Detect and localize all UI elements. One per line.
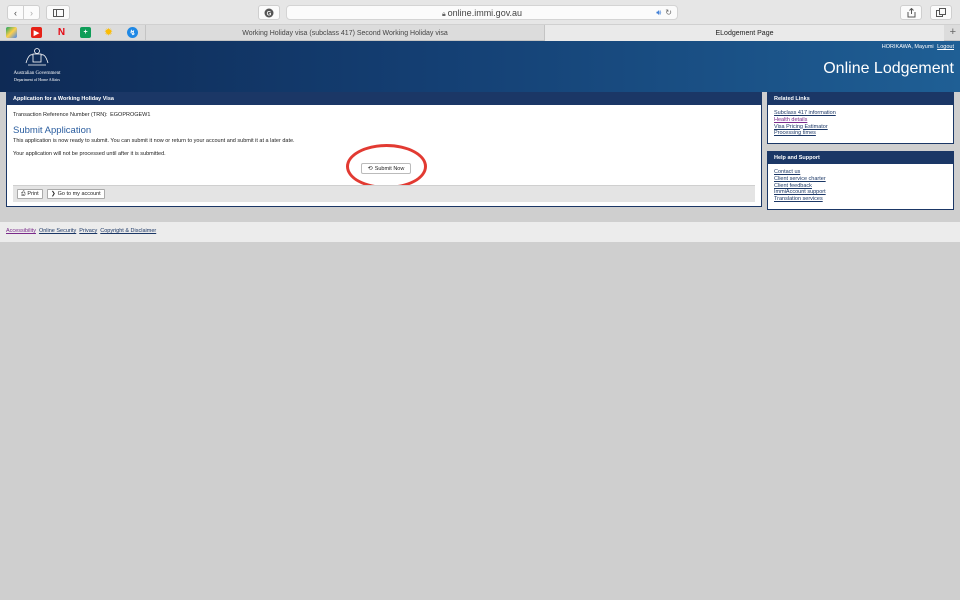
submit-now-button[interactable]: ⟲ Submit Now <box>361 163 411 174</box>
section-title: Submit Application <box>13 125 92 136</box>
speaker-icon[interactable]: 🔊︎ <box>656 8 661 18</box>
photos-icon[interactable]: ✹ <box>103 27 114 38</box>
new-tab-button[interactable]: + <box>950 26 956 38</box>
coat-of-arms-icon <box>25 48 49 66</box>
print-button[interactable]: ⎙ Print <box>17 189 43 199</box>
nav-buttons: ‹ › <box>7 5 40 20</box>
forward-icon[interactable]: › <box>23 6 39 19</box>
related-links-title: Related Links <box>768 93 953 105</box>
link-client-feedback[interactable]: Client feedback <box>774 183 947 189</box>
trn-label: Transaction Reference Number (TRN): <box>13 112 108 118</box>
back-icon[interactable]: ‹ <box>8 6 23 19</box>
user-name: HORIKAWA, Mayumi <box>881 44 934 50</box>
reload-icon[interactable]: ↻ <box>665 8 672 18</box>
submit-icon: ⟲ <box>367 166 373 172</box>
site-header: HORIKAWA, Mayumi Logout Australian Gover… <box>0 41 960 92</box>
tab-title: Working Holiday visa (subclass 417) Seco… <box>242 29 448 37</box>
browser-toolbar: ‹ › G 🔒︎ online.immi.gov.au 🔊︎ ↻ <box>0 0 960 25</box>
tab-bar: ▶ N + ✹ ↯ Working Holiday visa (subclass… <box>0 25 960 41</box>
gov-logo: Australian Government Department of Home… <box>6 47 68 87</box>
ready-message: This application is now ready to submit.… <box>13 138 295 144</box>
link-health-details[interactable]: Health details <box>774 117 947 123</box>
footer-online-security[interactable]: Online Security <box>39 228 76 234</box>
svg-text:G: G <box>267 11 272 17</box>
grammarly-extension-button[interactable]: G <box>258 5 280 20</box>
not-processed-message: Your application will not be processed u… <box>13 151 166 157</box>
drive-icon[interactable] <box>6 27 17 38</box>
sidebar-toggle-button[interactable] <box>46 5 70 20</box>
panel-title: Application for a Working Holiday Visa <box>7 93 761 105</box>
messenger-icon[interactable]: ↯ <box>127 27 138 38</box>
youtube-icon[interactable]: ▶ <box>31 27 42 38</box>
submit-label: Submit Now <box>374 165 405 172</box>
account-label: Go to my account <box>57 191 101 197</box>
footer-privacy[interactable]: Privacy <box>79 228 97 234</box>
url-text: online.immi.gov.au <box>447 8 523 18</box>
app-title: Online Lodgement <box>823 60 954 77</box>
action-bar: ⎙ Print ❯ Go to my account <box>13 185 755 202</box>
tab-elodgement[interactable]: ELodgement Page <box>544 25 944 41</box>
footer-copyright[interactable]: Copyright & Disclaimer <box>100 228 156 234</box>
link-contact-us[interactable]: Contact us <box>774 169 947 175</box>
tabs-overview-button[interactable] <box>930 5 952 20</box>
chevron-right-icon: ❯ <box>51 191 56 197</box>
link-translation-services[interactable]: Translation services <box>774 196 947 202</box>
link-visa-pricing[interactable]: Visa Pricing Estimator <box>774 124 947 130</box>
share-button[interactable] <box>900 5 922 20</box>
related-links-panel: Related Links Subclass 417 information H… <box>767 92 954 144</box>
link-immiaccount-support[interactable]: ImmiAccount support <box>774 189 947 195</box>
tab-working-holiday[interactable]: Working Holiday visa (subclass 417) Seco… <box>145 25 544 41</box>
link-processing-times[interactable]: Processing times <box>774 130 947 136</box>
share-icon <box>907 7 915 17</box>
tab-title: ELodgement Page <box>715 29 774 37</box>
go-to-account-button[interactable]: ❯ Go to my account <box>47 189 105 199</box>
printer-icon: ⎙ <box>21 190 26 197</box>
footer: Accessibility Online Security Privacy Co… <box>0 222 960 242</box>
trn-value: EGOPROGEW1 <box>110 112 151 118</box>
grammarly-icon: G <box>264 8 274 17</box>
link-subclass-417[interactable]: Subclass 417 information <box>774 110 947 116</box>
link-service-charter[interactable]: Client service charter <box>774 176 947 182</box>
print-label: Print <box>27 191 39 197</box>
address-bar[interactable]: 🔒︎ online.immi.gov.au 🔊︎ ↻ <box>286 5 678 20</box>
gov-name-line1: Australian Government <box>13 71 61 76</box>
help-support-title: Help and Support <box>768 152 953 164</box>
tabs-icon <box>936 8 946 17</box>
sheets-icon[interactable]: + <box>80 27 91 38</box>
help-support-panel: Help and Support Contact us Client servi… <box>767 151 954 210</box>
netflix-icon[interactable]: N <box>56 27 67 38</box>
trn-line: Transaction Reference Number (TRN): EGOP… <box>13 112 150 118</box>
logout-link[interactable]: Logout <box>937 44 954 50</box>
main-panel: Application for a Working Holiday Visa T… <box>6 92 762 207</box>
lock-icon: 🔒︎ <box>441 11 446 18</box>
footer-accessibility[interactable]: Accessibility <box>6 228 36 234</box>
gov-name-line2: Department of Home Affairs <box>13 77 61 82</box>
sidebar-icon <box>52 8 64 17</box>
user-strip: HORIKAWA, Mayumi Logout <box>882 44 954 50</box>
